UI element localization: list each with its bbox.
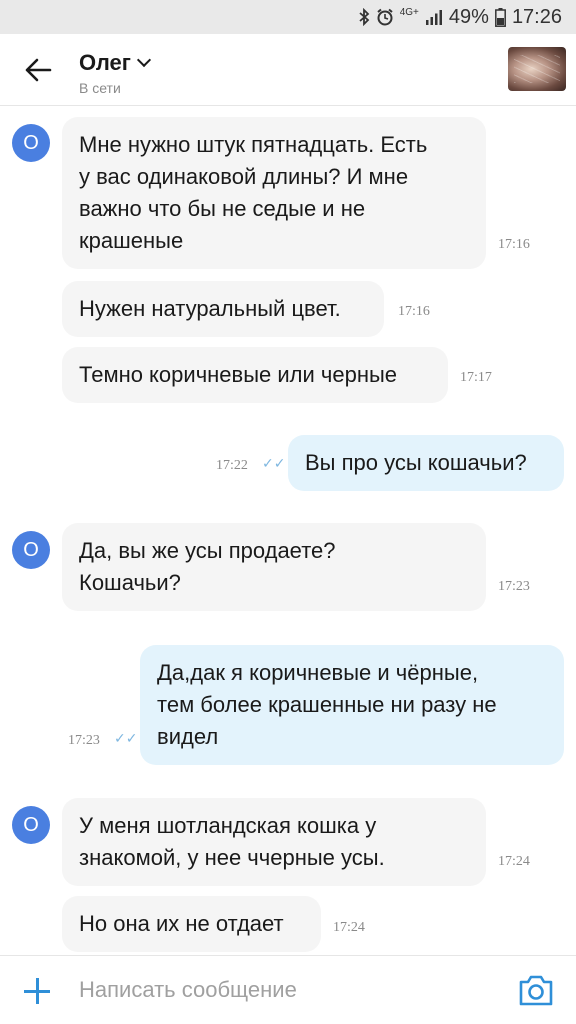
network-type-label: 4G+	[399, 7, 419, 18]
message-text: У меня шотландская кошка у знакомой, у н…	[79, 813, 385, 870]
avatar[interactable]: O	[12, 531, 50, 569]
back-button[interactable]	[18, 52, 58, 88]
contact-name: Олег	[79, 50, 131, 75]
alarm-icon	[376, 8, 394, 26]
status-icons: 4G+ 49% 17:26	[358, 6, 562, 28]
message-time: 17:22	[216, 458, 248, 473]
message-time: 17:24	[498, 854, 530, 869]
bluetooth-icon	[358, 8, 370, 26]
chat-header: Олег В сети	[0, 34, 576, 106]
incoming-message[interactable]: Но она их не отдает	[62, 896, 321, 952]
message-text: Да, вы же усы продаете? Кошачьи?	[79, 538, 336, 595]
message-composer	[0, 955, 576, 1024]
avatar[interactable]: O	[12, 806, 50, 844]
status-bar: 4G+ 49% 17:26	[0, 0, 576, 34]
message-time: 17:17	[460, 370, 492, 385]
outgoing-message[interactable]: Вы про усы кошачьи?	[288, 435, 564, 491]
attach-plus-icon[interactable]	[22, 976, 52, 1006]
incoming-message[interactable]: У меня шотландская кошка у знакомой, у н…	[62, 798, 486, 886]
message-text: Да,дак я коричневые и чёрные, тем более …	[157, 660, 497, 749]
message-time: 17:23	[498, 579, 530, 594]
message-time: 17:16	[398, 304, 430, 319]
message-text: Но она их не отдает	[79, 911, 284, 936]
avatar[interactable]: O	[12, 124, 50, 162]
message-list[interactable]: O Мне нужно штук пятнадцать. Есть у вас …	[0, 107, 576, 953]
message-time: 17:16	[498, 237, 530, 252]
camera-button[interactable]	[518, 973, 554, 1007]
incoming-message[interactable]: Да, вы же усы продаете? Кошачьи?	[62, 523, 486, 611]
message-time: 17:24	[333, 920, 365, 935]
message-text: Темно коричневые или черные	[79, 362, 398, 387]
read-ticks-icon: ✓✓	[262, 455, 286, 471]
incoming-message[interactable]: Нужен натуральный цвет.	[62, 281, 384, 337]
read-ticks-icon: ✓✓	[114, 730, 138, 746]
incoming-message[interactable]: Темно коричневые или черные	[62, 347, 448, 403]
incoming-message[interactable]: Мне нужно штук пятнадцать. Есть у вас од…	[62, 117, 486, 269]
message-input[interactable]	[79, 972, 479, 1008]
outgoing-message[interactable]: Да,дак я коричневые и чёрные, тем более …	[140, 645, 564, 765]
product-thumbnail[interactable]	[508, 47, 566, 91]
signal-icon	[425, 9, 443, 25]
contact-online-status: В сети	[79, 80, 121, 96]
back-arrow-icon	[25, 58, 52, 82]
battery-icon	[494, 7, 506, 27]
message-text: Вы про усы кошачьи?	[305, 450, 527, 475]
clock: 17:26	[511, 5, 562, 28]
message-time: 17:23	[68, 733, 100, 748]
battery-percent: 49%	[448, 5, 489, 28]
contact-name-dropdown[interactable]: Олег	[79, 50, 151, 76]
message-text: Мне нужно штук пятнадцать. Есть у вас од…	[79, 132, 428, 253]
message-text: Нужен натуральный цвет.	[79, 296, 341, 321]
chevron-down-icon	[136, 52, 151, 68]
camera-icon	[519, 975, 553, 1006]
